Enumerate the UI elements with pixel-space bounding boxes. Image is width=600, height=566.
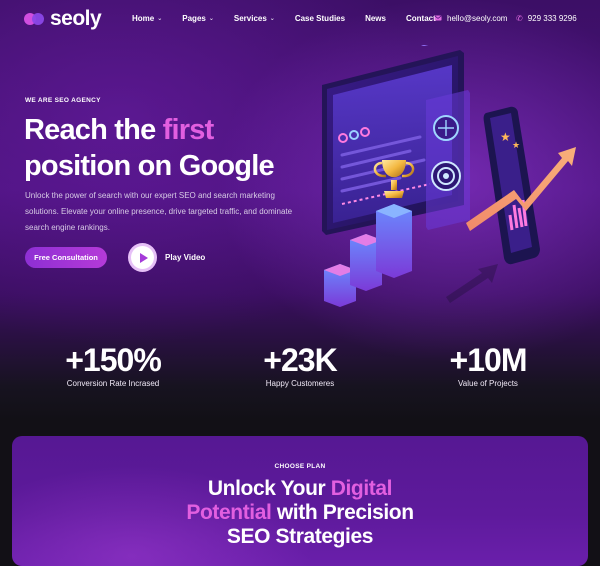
- stat-label: Value of Projects: [458, 379, 518, 388]
- headline-accent: first: [162, 114, 215, 146]
- headline-text: Reach the: [24, 114, 163, 146]
- chevron-down-icon: ⌄: [208, 16, 214, 22]
- logo-text: seoly: [50, 7, 102, 30]
- contact-email[interactable]: hello@seoly.com: [434, 14, 507, 23]
- stat-projects: +10M Value of Projects: [403, 343, 573, 388]
- main-menu: Home ⌄ Pages ⌄ Services ⌄ Case Studies N…: [132, 14, 456, 23]
- nav-item-label: Case Studies: [294, 14, 346, 23]
- stat-value: +10M: [449, 342, 528, 378]
- email-link: hello@seoly.com: [447, 14, 508, 23]
- mail-icon: [434, 14, 442, 23]
- stat-conversion: +150% Conversion Rate Incrased: [28, 343, 198, 388]
- nav-item-label: Home: [132, 14, 155, 23]
- plan-title-accent-2: Potential: [186, 501, 272, 524]
- plan-title-accent: Digital: [330, 477, 393, 500]
- stat-value: +23K: [263, 342, 337, 378]
- hero-description: Unlock the power of search with our expe…: [25, 191, 293, 232]
- hero-section: seoly Home ⌄ Pages ⌄ Services ⌄ Case Stu…: [0, 0, 600, 420]
- nav-item-home[interactable]: Home ⌄: [132, 14, 162, 23]
- plan-title-text-2: with Precision: [271, 501, 414, 524]
- nav-item-contact[interactable]: Contact: [406, 14, 436, 23]
- nav-item-case-studies[interactable]: Case Studies: [295, 14, 345, 23]
- stat-customers: +23K Happy Customeres: [215, 343, 385, 388]
- choose-plan-card: CHOOSE PLAN Unlock Your Digital Potentia…: [12, 436, 588, 566]
- chevron-down-icon: ⌄: [269, 16, 275, 22]
- shadow-arrow-graphic: [446, 264, 498, 303]
- plan-eyebrow: CHOOSE PLAN: [274, 463, 326, 470]
- stat-value: +150%: [65, 342, 162, 378]
- svg-text:★: ★: [500, 130, 511, 144]
- plan-title-text-3: SEO Strategies: [226, 525, 374, 548]
- phone-link: 929 333 9296: [527, 14, 577, 23]
- nav-item-label: Contact: [405, 14, 436, 23]
- plan-title-text: Unlock Your: [207, 477, 331, 500]
- phone-graphic: ★ ★: [483, 106, 540, 265]
- nav-item-services[interactable]: Services ⌄: [234, 14, 275, 23]
- nav-item-news[interactable]: News: [365, 14, 386, 23]
- hero-headline: Reach the first position on Google: [24, 112, 275, 184]
- logo[interactable]: seoly: [24, 7, 102, 31]
- stat-label: Happy Customeres: [265, 379, 335, 388]
- svg-text:★: ★: [512, 141, 520, 151]
- free-consultation-button[interactable]: Free Consultation: [25, 247, 107, 268]
- headline-text-line2: position on Google: [24, 150, 275, 182]
- top-navigation: seoly Home ⌄ Pages ⌄ Services ⌄ Case Stu…: [0, 0, 600, 38]
- hero-eyebrow: WE ARE SEO AGENCY: [25, 97, 101, 104]
- logo-icon: [24, 12, 46, 26]
- play-video-button[interactable]: Play Video: [128, 243, 205, 272]
- nav-item-label: Services: [233, 14, 267, 23]
- plan-title: Unlock Your Digital Potential with Preci…: [12, 477, 588, 549]
- nav-item-label: News: [365, 14, 386, 23]
- play-icon[interactable]: [128, 243, 157, 272]
- nav-item-label: Pages: [182, 14, 206, 23]
- nav-item-pages[interactable]: Pages ⌄: [182, 14, 214, 23]
- play-video-label: Play Video: [165, 253, 206, 262]
- stat-label: Conversion Rate Incrased: [66, 379, 160, 388]
- seo-analytics-illustration: ★ ★: [300, 31, 600, 320]
- phone-icon: ✆: [516, 14, 523, 23]
- chevron-down-icon: ⌄: [157, 16, 163, 22]
- floating-panel-graphic: [426, 90, 470, 230]
- contact-phone[interactable]: ✆ 929 333 9296: [516, 14, 577, 23]
